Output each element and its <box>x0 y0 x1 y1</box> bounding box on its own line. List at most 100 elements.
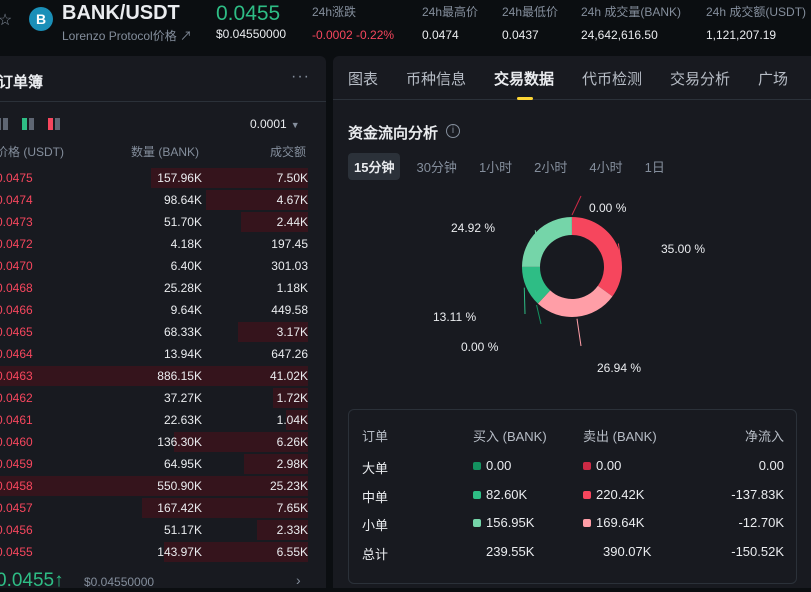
ask-row[interactable]: 0.0475 157.96K 7.50K <box>0 167 326 189</box>
donut-slice[interactable] <box>572 217 622 297</box>
order-size: 小单 <box>362 518 389 533</box>
ask-row[interactable]: 0.0473 51.70K 2.44K <box>0 211 326 233</box>
buy-amount-cell: 0.00 <box>473 458 511 473</box>
view-both-icon[interactable] <box>0 118 8 130</box>
view-bids-icon[interactable] <box>22 118 34 130</box>
ask-row[interactable]: 0.0472 4.18K 197.45 <box>0 233 326 255</box>
time-tab[interactable]: 2小时 <box>528 153 573 180</box>
donut-slice[interactable] <box>522 217 572 267</box>
legend-swatch-icon <box>583 519 591 527</box>
pair-name[interactable]: BANK/USDT <box>62 2 180 25</box>
ask-total: 7.50K <box>276 171 308 185</box>
stat-label: 24h涨跌 <box>312 5 357 19</box>
ask-row[interactable]: 0.0460 136.30K 6.26K <box>0 431 326 453</box>
trade-data-panel: 图表 币种信息 交易数据 代币检测 交易分析 广场 资金流向分析 i 15分钟 3… <box>333 56 811 588</box>
stat-value: 24,642,616.50 <box>581 28 658 42</box>
net-inflow: -150.52K <box>731 543 784 559</box>
ask-quantity: 6.40K <box>170 259 202 273</box>
coin-logo-icon: B <box>29 7 53 31</box>
time-tab[interactable]: 30分钟 <box>410 153 462 180</box>
stat-label: 24h最低价 <box>502 5 559 19</box>
buy-amount-cell: 239.55K <box>486 544 534 559</box>
donut-label: 0.00 % <box>589 201 627 215</box>
tab-square[interactable]: 广场 <box>758 68 788 89</box>
ask-price: 0.0455 <box>0 545 33 559</box>
donut-leader-line <box>571 195 582 216</box>
ticker-header: ☆ B BANK/USDT Lorenzo Protocol价格 ↗ 0.045… <box>0 0 811 48</box>
ask-quantity: 136.30K <box>157 435 202 449</box>
tab-coin-info[interactable]: 币种信息 <box>406 68 466 89</box>
buy-amount: 82.60K <box>486 486 528 502</box>
ask-row[interactable]: 0.0461 22.63K 1.04K <box>0 409 326 431</box>
ask-total: 2.33K <box>276 523 308 537</box>
sell-amount-cell: 0.00 <box>583 458 621 473</box>
col-quantity: 数量 (BANK) <box>131 145 200 159</box>
donut-label: 26.94 % <box>597 361 641 375</box>
ask-row[interactable]: 0.0462 37.27K 1.72K <box>0 387 326 409</box>
tab-trade-analysis[interactable]: 交易分析 <box>670 68 730 89</box>
ask-total: 449.58 <box>271 303 308 317</box>
tab-token-check[interactable]: 代币检测 <box>582 68 642 89</box>
ask-row[interactable]: 0.0457 167.42K 7.65K <box>0 497 326 519</box>
fund-flow-table: 订单 买入 (BANK) 卖出 (BANK) 净流入 大单 0.00 0.00 0.00 中单 8… <box>348 409 797 584</box>
chevron-right-icon[interactable]: › <box>296 572 301 588</box>
ask-row[interactable]: 0.0464 13.94K 647.26 <box>0 343 326 365</box>
stat-label: 24h 成交额(USDT) <box>706 5 807 19</box>
order-size: 总计 <box>362 546 389 562</box>
ask-quantity: 13.94K <box>163 347 202 361</box>
flow-table-row: 中单 82.60K 220.42K -137.83K <box>349 487 798 507</box>
tab-chart[interactable]: 图表 <box>348 68 378 89</box>
time-tab[interactable]: 1日 <box>639 153 671 180</box>
ask-total: 1.18K <box>276 281 308 295</box>
ask-price: 0.0474 <box>0 193 33 207</box>
time-range-tabs: 15分钟 30分钟 1小时 2小时 4小时 1日 <box>348 153 671 180</box>
stat-24h-change: 24h涨跌 -0.0002 -0.22% <box>312 3 394 42</box>
time-tab[interactable]: 4小时 <box>583 153 628 180</box>
ask-price: 0.0457 <box>0 501 33 515</box>
donut-leader-line <box>576 318 582 347</box>
orderbook-last-price: 0.0455↑ <box>0 570 64 591</box>
ask-total: 197.45 <box>271 237 308 251</box>
ask-row[interactable]: 0.0456 51.17K 2.33K <box>0 519 326 541</box>
more-options-icon[interactable]: ··· <box>291 68 310 86</box>
time-tab[interactable]: 15分钟 <box>348 153 401 180</box>
fund-flow-donut-chart: 0.00 % 35.00 % 26.94 % 0.00 % 13.11 % 24.92 % <box>433 195 705 375</box>
ask-price: 0.0462 <box>0 391 33 405</box>
ask-total: 2.44K <box>276 215 308 229</box>
ask-row[interactable]: 0.0466 9.64K 449.58 <box>0 299 326 321</box>
ask-quantity: 51.17K <box>163 523 202 537</box>
panel-tabs: 图表 币种信息 交易数据 代币检测 交易分析 广场 <box>333 56 811 100</box>
view-asks-icon[interactable] <box>48 118 60 130</box>
ask-quantity: 68.33K <box>163 325 202 339</box>
precision-select[interactable]: 0.0001 ▼ <box>250 117 300 131</box>
net-inflow: -137.83K <box>731 486 784 502</box>
ask-quantity: 98.64K <box>163 193 202 207</box>
ask-total: 3.17K <box>276 325 308 339</box>
ask-price: 0.0465 <box>0 325 33 339</box>
col-price: 价格 (USDT) <box>0 145 64 159</box>
ask-row[interactable]: 0.0465 68.33K 3.17K <box>0 321 326 343</box>
ask-row[interactable]: 0.0455 143.97K 6.55K <box>0 541 326 563</box>
ask-price: 0.0456 <box>0 523 33 537</box>
view-mode-group <box>0 118 60 130</box>
ask-row[interactable]: 0.0474 98.64K 4.67K <box>0 189 326 211</box>
project-link[interactable]: Lorenzo Protocol价格 ↗ <box>62 27 192 44</box>
sell-amount: 390.07K <box>603 543 652 559</box>
ask-row[interactable]: 0.0459 64.95K 2.98K <box>0 453 326 475</box>
column-header: 净流入 <box>744 429 784 444</box>
ask-price: 0.0472 <box>0 237 33 251</box>
ask-price: 0.0459 <box>0 457 33 471</box>
ask-row[interactable]: 0.0468 25.28K 1.18K <box>0 277 326 299</box>
ask-quantity: 886.15K <box>157 369 202 383</box>
ask-total: 6.26K <box>276 435 308 449</box>
ask-price: 0.0466 <box>0 303 33 317</box>
ask-row[interactable]: 0.0458 550.90K 25.23K <box>0 475 326 497</box>
time-tab[interactable]: 1小时 <box>473 153 518 180</box>
ask-total: 1.72K <box>276 391 308 405</box>
legend-swatch-icon <box>473 490 481 499</box>
ask-row[interactable]: 0.0463 886.15K 41.02K <box>0 365 326 387</box>
favorite-star-icon[interactable]: ☆ <box>0 10 16 32</box>
ask-row[interactable]: 0.0470 6.40K 301.03 <box>0 255 326 277</box>
tab-trade-data[interactable]: 交易数据 <box>494 68 554 89</box>
info-icon[interactable]: i <box>446 124 460 138</box>
